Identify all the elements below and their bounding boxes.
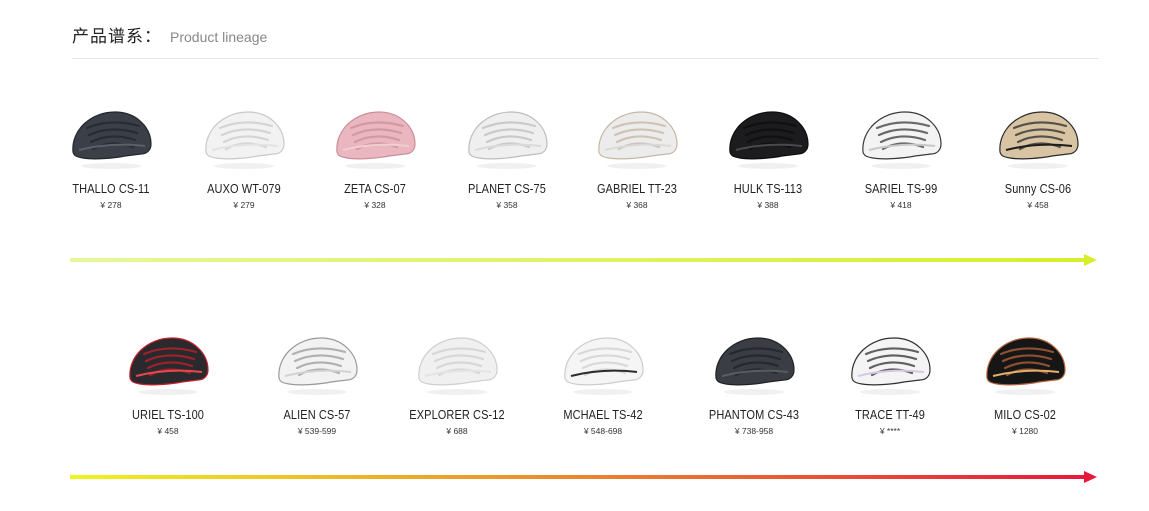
product-card[interactable]: ZETA CS-07 ¥ 328 [320, 100, 430, 210]
product-price: ¥ 368 [626, 200, 648, 210]
product-name: URIEL TS-100 [132, 408, 204, 422]
section-subtitle: Product lineage [170, 29, 268, 45]
helmet-icon [862, 111, 942, 169]
product-price: ¥ 279 [233, 200, 255, 210]
product-card[interactable]: GABRIEL TT-23 ¥ 368 [582, 100, 692, 210]
product-price: ¥ 1280 [1012, 426, 1038, 436]
helmet-icon [72, 111, 152, 169]
header-divider [72, 58, 1099, 59]
helmet-icon [715, 337, 795, 395]
price-arrow-1 [70, 253, 1098, 267]
product-card[interactable]: PHANTOM CS-43 ¥ 738-958 [699, 326, 809, 436]
product-card[interactable]: TRACE TT-49 ¥ **** [835, 326, 945, 436]
product-name: Sunny CS-06 [1004, 182, 1072, 196]
product-card[interactable]: Sunny CS-06 ¥ 458 [983, 100, 1093, 210]
product-name: GABRIEL TT-23 [596, 182, 677, 196]
product-name: ALIEN CS-57 [283, 408, 351, 422]
product-card[interactable]: MCHAEL TS-42 ¥ 548-698 [548, 326, 658, 436]
product-name: MILO CS-02 [993, 408, 1057, 422]
product-price: ¥ 458 [1027, 200, 1049, 210]
product-card[interactable]: HULK TS-113 ¥ 388 [713, 100, 823, 210]
product-card[interactable]: MILO CS-02 ¥ 1280 [970, 326, 1080, 436]
product-card[interactable]: AUXO WT-079 ¥ 279 [189, 100, 299, 210]
helmet-icon [986, 337, 1066, 395]
arrow-right-icon [70, 471, 1097, 483]
helmet-icon [205, 111, 285, 169]
helmet-icon [418, 337, 498, 395]
product-name: TRACE TT-49 [855, 408, 925, 422]
product-card[interactable]: EXPLORER CS-12 ¥ 688 [402, 326, 512, 436]
price-arrow-2 [70, 470, 1098, 484]
product-name: HULK TS-113 [733, 182, 803, 196]
helmet-icon [999, 111, 1079, 169]
product-card[interactable]: PLANET CS-75 ¥ 358 [452, 100, 562, 210]
product-card[interactable]: ALIEN CS-57 ¥ 539-599 [262, 326, 372, 436]
helmet-icon [468, 111, 548, 169]
arrow-right-icon [70, 254, 1097, 266]
product-price: ¥ 388 [757, 200, 779, 210]
helmet-icon [851, 337, 931, 395]
product-price: ¥ 418 [890, 200, 912, 210]
product-name: SARIEL TS-99 [864, 182, 938, 196]
helmet-icon [278, 337, 358, 395]
product-card[interactable]: URIEL TS-100 ¥ 458 [113, 326, 223, 436]
helmet-icon [564, 337, 644, 395]
helmet-icon [598, 111, 678, 169]
product-price: ¥ 738-958 [734, 426, 774, 436]
helmet-icon [336, 111, 416, 169]
product-price: ¥ 278 [100, 200, 122, 210]
product-name: ZETA CS-07 [344, 182, 406, 196]
product-price: ¥ 458 [157, 426, 179, 436]
product-price: ¥ **** [879, 426, 901, 436]
product-name: THALLO CS-11 [72, 182, 150, 196]
product-name: PHANTOM CS-43 [708, 408, 800, 422]
product-price: ¥ 539-599 [297, 426, 337, 436]
product-name: AUXO WT-079 [207, 182, 281, 196]
section-header: 产品谱系： Product lineage [72, 22, 267, 50]
product-name: EXPLORER CS-12 [409, 408, 505, 422]
helmet-icon [729, 111, 809, 169]
product-name: PLANET CS-75 [468, 182, 546, 196]
product-price: ¥ 688 [446, 426, 468, 436]
product-price: ¥ 358 [496, 200, 518, 210]
helmet-icon [129, 337, 209, 395]
product-card[interactable]: THALLO CS-11 ¥ 278 [56, 100, 166, 210]
section-title: 产品谱系： [72, 27, 162, 47]
product-price: ¥ 328 [364, 200, 386, 210]
product-price: ¥ 548-698 [583, 426, 623, 436]
product-name: MCHAEL TS-42 [563, 408, 643, 422]
product-card[interactable]: SARIEL TS-99 ¥ 418 [846, 100, 956, 210]
